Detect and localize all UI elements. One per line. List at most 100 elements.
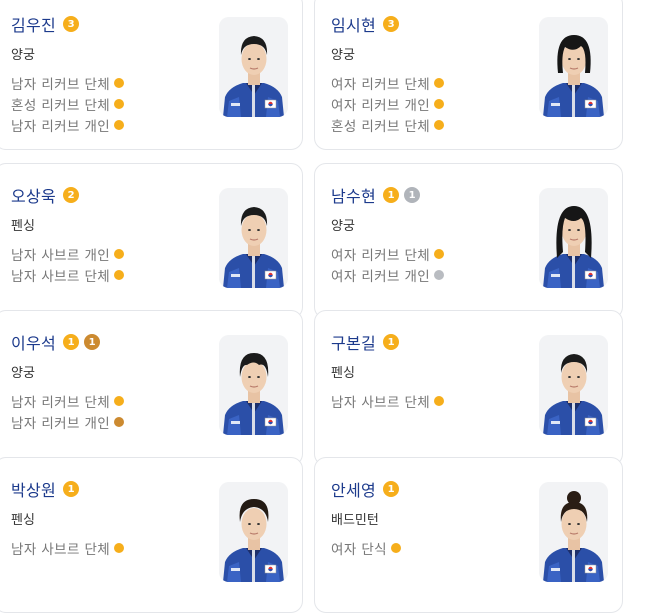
event-label: 남자 사브르 단체 bbox=[331, 394, 431, 411]
gold-medal-badge: 1 bbox=[383, 481, 400, 497]
event-label: 혼성 리커브 단체 bbox=[331, 118, 431, 135]
gold-medal-icon bbox=[434, 248, 445, 259]
gold-medal-icon bbox=[434, 395, 445, 406]
athlete-card[interactable]: 남수현 1 1 양궁여자 리커브 단체여자 리커브 개인 bbox=[314, 163, 623, 319]
athlete-photo[interactable] bbox=[539, 188, 608, 288]
silver-medal-badge: 1 bbox=[404, 187, 421, 203]
athlete-photo[interactable] bbox=[219, 17, 288, 117]
sport-label: 양궁 bbox=[11, 366, 35, 381]
name-row: 김우진 3 bbox=[11, 12, 80, 36]
athlete-name[interactable]: 김우진 bbox=[11, 12, 56, 36]
gold-medal-icon bbox=[434, 98, 445, 109]
event-label: 여자 리커브 단체 bbox=[331, 76, 431, 93]
athlete-photo[interactable] bbox=[539, 335, 608, 435]
sport-label: 펜싱 bbox=[11, 219, 35, 234]
gold-medal-icon bbox=[114, 119, 125, 130]
athlete-card[interactable]: 박상원 1 펜싱남자 사브르 단체 bbox=[0, 457, 303, 613]
gold-medal-badge: 3 bbox=[383, 16, 400, 32]
sport-label: 펜싱 bbox=[331, 366, 355, 381]
athlete-card[interactable]: 구본길 1 펜싱남자 사브르 단체 bbox=[314, 310, 623, 466]
name-row: 박상원 1 bbox=[11, 477, 80, 501]
gold-medal-badge: 1 bbox=[383, 187, 400, 203]
event-item: 여자 단식 bbox=[331, 537, 401, 558]
event-list: 남자 사브르 개인남자 사브르 단체 bbox=[11, 243, 125, 285]
event-label: 남자 사브르 개인 bbox=[11, 247, 111, 264]
event-item: 여자 리커브 단체 bbox=[331, 72, 445, 93]
athlete-card[interactable]: 임시현 3 양궁여자 리커브 단체여자 리커브 개인혼성 리커브 단체 bbox=[314, 0, 623, 150]
event-item: 남자 사브르 단체 bbox=[331, 390, 445, 411]
event-label: 남자 사브르 단체 bbox=[11, 541, 111, 558]
name-row: 안세영 1 bbox=[331, 477, 400, 501]
event-label: 여자 리커브 개인 bbox=[331, 97, 431, 114]
event-item: 여자 리커브 개인 bbox=[331, 93, 445, 114]
name-row: 이우석 1 1 bbox=[11, 330, 101, 354]
gold-medal-badge: 1 bbox=[383, 334, 400, 350]
event-label: 혼성 리커브 단체 bbox=[11, 97, 111, 114]
athlete-name[interactable]: 남수현 bbox=[331, 183, 376, 207]
event-label: 남자 사브르 단체 bbox=[11, 268, 111, 285]
event-item: 남자 리커브 개인 bbox=[11, 114, 125, 135]
gold-medal-icon bbox=[114, 395, 125, 406]
athlete-card[interactable]: 오상욱 2 펜싱남자 사브르 개인남자 사브르 단체 bbox=[0, 163, 303, 319]
event-label: 여자 리커브 개인 bbox=[331, 268, 431, 285]
name-row: 임시현 3 bbox=[331, 12, 400, 36]
gold-medal-badge: 1 bbox=[63, 481, 80, 497]
athlete-name[interactable]: 안세영 bbox=[331, 477, 376, 501]
event-item: 남자 사브르 단체 bbox=[11, 264, 125, 285]
event-list: 여자 리커브 단체여자 리커브 개인혼성 리커브 단체 bbox=[331, 72, 445, 135]
event-label: 남자 리커브 단체 bbox=[11, 394, 111, 411]
event-item: 여자 리커브 개인 bbox=[331, 264, 445, 285]
gold-medal-badge: 3 bbox=[63, 16, 80, 32]
event-item: 남자 사브르 단체 bbox=[11, 537, 125, 558]
athlete-photo[interactable] bbox=[219, 188, 288, 288]
athlete-card[interactable]: 김우진 3 양궁남자 리커브 단체혼성 리커브 단체남자 리커브 개인 bbox=[0, 0, 303, 150]
event-label: 남자 리커브 개인 bbox=[11, 118, 111, 135]
athlete-name[interactable]: 이우석 bbox=[11, 330, 56, 354]
gold-medal-icon bbox=[114, 248, 125, 259]
silver-medal-icon bbox=[434, 269, 445, 280]
athlete-photo[interactable] bbox=[219, 482, 288, 582]
gold-medal-badge: 2 bbox=[63, 187, 80, 203]
event-label: 남자 리커브 개인 bbox=[11, 415, 111, 432]
event-item: 여자 리커브 단체 bbox=[331, 243, 445, 264]
event-list: 여자 단식 bbox=[331, 537, 401, 558]
gold-medal-icon bbox=[434, 77, 445, 88]
event-item: 남자 리커브 개인 bbox=[11, 411, 125, 432]
athlete-card[interactable]: 이우석 1 1 양궁 남자 리커브 단체 남자 리커브 개인 bbox=[0, 310, 303, 466]
athlete-photo[interactable] bbox=[539, 482, 608, 582]
sport-label: 양궁 bbox=[11, 48, 35, 63]
athlete-photo[interactable] bbox=[539, 17, 608, 117]
sport-label: 양궁 bbox=[331, 219, 355, 234]
gold-medal-icon bbox=[114, 542, 125, 553]
event-item: 남자 리커브 단체 bbox=[11, 390, 125, 411]
event-list: 남자 사브르 단체 bbox=[11, 537, 125, 558]
event-list: 남자 리커브 단체혼성 리커브 단체남자 리커브 개인 bbox=[11, 72, 125, 135]
name-row: 오상욱 2 bbox=[11, 183, 80, 207]
event-list: 여자 리커브 단체여자 리커브 개인 bbox=[331, 243, 445, 285]
athlete-name[interactable]: 구본길 bbox=[331, 330, 376, 354]
athlete-name[interactable]: 임시현 bbox=[331, 12, 376, 36]
sport-label: 배드민턴 bbox=[331, 513, 379, 528]
event-list: 남자 사브르 단체 bbox=[331, 390, 445, 411]
event-list: 남자 리커브 단체남자 리커브 개인 bbox=[11, 390, 125, 432]
bronze-medal-badge: 1 bbox=[84, 334, 101, 350]
event-item: 남자 사브르 개인 bbox=[11, 243, 125, 264]
sport-label: 펜싱 bbox=[11, 513, 35, 528]
gold-medal-icon bbox=[114, 98, 125, 109]
event-item: 혼성 리커브 단체 bbox=[11, 93, 125, 114]
sport-label: 양궁 bbox=[331, 48, 355, 63]
athlete-photo[interactable] bbox=[219, 335, 288, 435]
name-row: 구본길 1 bbox=[331, 330, 400, 354]
bronze-medal-icon bbox=[114, 416, 125, 427]
event-label: 남자 리커브 단체 bbox=[11, 76, 111, 93]
athlete-name[interactable]: 오상욱 bbox=[11, 183, 56, 207]
gold-medal-icon bbox=[114, 77, 125, 88]
gold-medal-icon bbox=[390, 542, 401, 553]
event-item: 혼성 리커브 단체 bbox=[331, 114, 445, 135]
gold-medal-icon bbox=[114, 269, 125, 280]
event-item: 남자 리커브 단체 bbox=[11, 72, 125, 93]
event-label: 여자 단식 bbox=[331, 541, 387, 558]
athlete-card[interactable]: 안세영 1 배드민턴여자 단식 bbox=[314, 457, 623, 613]
name-row: 남수현 1 1 bbox=[331, 183, 421, 207]
athlete-name[interactable]: 박상원 bbox=[11, 477, 56, 501]
